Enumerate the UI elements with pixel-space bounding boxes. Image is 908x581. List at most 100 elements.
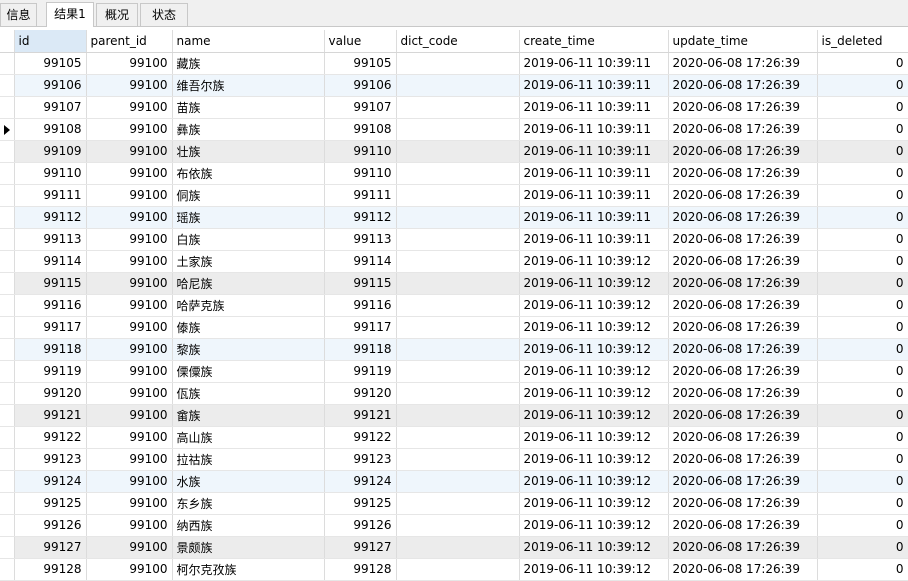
table-row[interactable]: 99114 99100 土家族 99114 2019-06-11 10:39:12 202… <box>0 250 908 273</box>
cell-name[interactable]: 拉祜族 <box>172 448 325 471</box>
cell-update-time[interactable]: 2020-06-08 17:26:39 <box>668 250 818 273</box>
cell-create-time[interactable]: 2019-06-11 10:39:11 <box>519 184 669 207</box>
cell-value[interactable]: 99128 <box>324 558 397 581</box>
column-header-update-time[interactable]: update_time <box>668 30 818 53</box>
row-indicator[interactable] <box>0 470 15 493</box>
cell-name[interactable]: 瑶族 <box>172 206 325 229</box>
cell-id[interactable]: 99109 <box>14 140 87 163</box>
cell-name[interactable]: 佤族 <box>172 382 325 405</box>
row-indicator[interactable] <box>0 52 15 75</box>
cell-update-time[interactable]: 2020-06-08 17:26:39 <box>668 140 818 163</box>
cell-id[interactable]: 99119 <box>14 360 87 383</box>
row-indicator[interactable] <box>0 294 15 317</box>
table-row[interactable]: 99121 99100 畲族 99121 2019-06-11 10:39:12 2020… <box>0 404 908 427</box>
row-indicator[interactable] <box>0 338 15 361</box>
table-row[interactable]: 99126 99100 纳西族 99126 2019-06-11 10:39:12 202… <box>0 514 908 537</box>
cell-parent-id[interactable]: 99100 <box>86 514 173 537</box>
cell-update-time[interactable]: 2020-06-08 17:26:39 <box>668 52 818 75</box>
cell-is-deleted[interactable]: 0 <box>817 206 908 229</box>
cell-create-time[interactable]: 2019-06-11 10:39:12 <box>519 382 669 405</box>
cell-parent-id[interactable]: 99100 <box>86 470 173 493</box>
row-indicator[interactable] <box>0 558 15 581</box>
cell-is-deleted[interactable]: 0 <box>817 426 908 449</box>
cell-create-time[interactable]: 2019-06-11 10:39:11 <box>519 140 669 163</box>
cell-parent-id[interactable]: 99100 <box>86 558 173 581</box>
cell-dict-code[interactable] <box>396 536 520 559</box>
table-row[interactable]: 99122 99100 高山族 99122 2019-06-11 10:39:12 202… <box>0 426 908 449</box>
cell-create-time[interactable]: 2019-06-11 10:39:12 <box>519 294 669 317</box>
cell-dict-code[interactable] <box>396 140 520 163</box>
cell-dict-code[interactable] <box>396 294 520 317</box>
cell-create-time[interactable]: 2019-06-11 10:39:12 <box>519 272 669 295</box>
cell-name[interactable]: 壮族 <box>172 140 325 163</box>
cell-parent-id[interactable]: 99100 <box>86 382 173 405</box>
cell-parent-id[interactable]: 99100 <box>86 140 173 163</box>
cell-create-time[interactable]: 2019-06-11 10:39:11 <box>519 206 669 229</box>
cell-is-deleted[interactable]: 0 <box>817 140 908 163</box>
cell-value[interactable]: 99123 <box>324 448 397 471</box>
cell-is-deleted[interactable]: 0 <box>817 382 908 405</box>
cell-id[interactable]: 99122 <box>14 426 87 449</box>
tab-result-1[interactable]: 结果1 <box>46 2 94 27</box>
table-row[interactable]: 99109 99100 壮族 99110 2019-06-11 10:39:11 2020… <box>0 140 908 163</box>
cell-value[interactable]: 99115 <box>324 272 397 295</box>
cell-value[interactable]: 99116 <box>324 294 397 317</box>
cell-create-time[interactable]: 2019-06-11 10:39:12 <box>519 404 669 427</box>
cell-is-deleted[interactable]: 0 <box>817 492 908 515</box>
row-indicator[interactable] <box>0 492 15 515</box>
table-row[interactable]: 99106 99100 维吾尔族 99106 2019-06-11 10:39:11 20… <box>0 74 908 97</box>
table-row[interactable]: 99128 99100 柯尔克孜族 99128 2019-06-11 10:39:12 2… <box>0 558 908 581</box>
cell-parent-id[interactable]: 99100 <box>86 272 173 295</box>
row-indicator[interactable] <box>0 514 15 537</box>
row-indicator[interactable] <box>0 316 15 339</box>
cell-name[interactable]: 哈萨克族 <box>172 294 325 317</box>
cell-name[interactable]: 土家族 <box>172 250 325 273</box>
cell-is-deleted[interactable]: 0 <box>817 272 908 295</box>
cell-update-time[interactable]: 2020-06-08 17:26:39 <box>668 404 818 427</box>
cell-dict-code[interactable] <box>396 272 520 295</box>
row-indicator[interactable] <box>0 162 15 185</box>
cell-update-time[interactable]: 2020-06-08 17:26:39 <box>668 514 818 537</box>
cell-value[interactable]: 99110 <box>324 140 397 163</box>
cell-is-deleted[interactable]: 0 <box>817 316 908 339</box>
cell-name[interactable]: 苗族 <box>172 96 325 119</box>
cell-value[interactable]: 99107 <box>324 96 397 119</box>
cell-is-deleted[interactable]: 0 <box>817 404 908 427</box>
cell-parent-id[interactable]: 99100 <box>86 162 173 185</box>
cell-parent-id[interactable]: 99100 <box>86 360 173 383</box>
cell-create-time[interactable]: 2019-06-11 10:39:12 <box>519 558 669 581</box>
cell-update-time[interactable]: 2020-06-08 17:26:39 <box>668 272 818 295</box>
table-row[interactable]: 99115 99100 哈尼族 99115 2019-06-11 10:39:12 202… <box>0 272 908 295</box>
table-row[interactable]: 99107 99100 苗族 99107 2019-06-11 10:39:11 2020… <box>0 96 908 119</box>
cell-name[interactable]: 东乡族 <box>172 492 325 515</box>
table-row[interactable]: 99116 99100 哈萨克族 99116 2019-06-11 10:39:12 20… <box>0 294 908 317</box>
cell-parent-id[interactable]: 99100 <box>86 536 173 559</box>
cell-dict-code[interactable] <box>396 52 520 75</box>
cell-create-time[interactable]: 2019-06-11 10:39:12 <box>519 514 669 537</box>
cell-id[interactable]: 99105 <box>14 52 87 75</box>
cell-id[interactable]: 99121 <box>14 404 87 427</box>
cell-parent-id[interactable]: 99100 <box>86 492 173 515</box>
cell-parent-id[interactable]: 99100 <box>86 228 173 251</box>
cell-is-deleted[interactable]: 0 <box>817 52 908 75</box>
cell-dict-code[interactable] <box>396 184 520 207</box>
cell-dict-code[interactable] <box>396 382 520 405</box>
cell-dict-code[interactable] <box>396 360 520 383</box>
table-row[interactable]: 99120 99100 佤族 99120 2019-06-11 10:39:12 2020… <box>0 382 908 405</box>
cell-name[interactable]: 景颇族 <box>172 536 325 559</box>
cell-parent-id[interactable]: 99100 <box>86 96 173 119</box>
cell-name[interactable]: 布依族 <box>172 162 325 185</box>
cell-name[interactable]: 白族 <box>172 228 325 251</box>
cell-update-time[interactable]: 2020-06-08 17:26:39 <box>668 184 818 207</box>
cell-name[interactable]: 傣族 <box>172 316 325 339</box>
cell-is-deleted[interactable]: 0 <box>817 338 908 361</box>
cell-dict-code[interactable] <box>396 338 520 361</box>
tab-profile[interactable]: 概况 <box>96 3 138 26</box>
row-indicator[interactable] <box>0 536 15 559</box>
cell-is-deleted[interactable]: 0 <box>817 294 908 317</box>
cell-is-deleted[interactable]: 0 <box>817 470 908 493</box>
cell-dict-code[interactable] <box>396 118 520 141</box>
cell-id[interactable]: 99126 <box>14 514 87 537</box>
cell-dict-code[interactable] <box>396 448 520 471</box>
cell-dict-code[interactable] <box>396 404 520 427</box>
